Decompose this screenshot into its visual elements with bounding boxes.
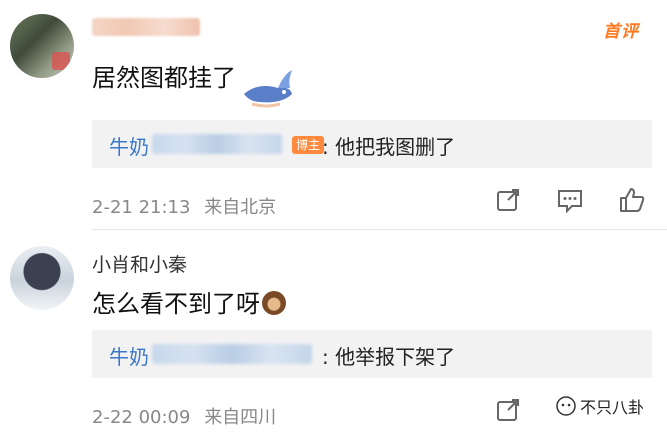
timestamp: 2-22 00:09 [92,407,191,428]
like-icon[interactable] [618,186,646,214]
avatar[interactable] [10,246,74,310]
timestamp: 2-21 21:13 [92,197,191,218]
comment-text-content: 怎么看不到了呀 [92,290,260,318]
avatar[interactable] [10,14,74,78]
reply-author-blurred [152,134,282,154]
location: 来自四川 [204,407,277,428]
location: 来自北京 [204,197,277,218]
divider [92,229,667,230]
reply-text: : 他举报下架了 [322,345,456,369]
author-name-blurred[interactable] [92,18,200,36]
comment-text: 怎么看不到了呀 [92,284,286,319]
comment-meta: 2-22 00:09 来自四川 [92,403,276,429]
share-icon[interactable] [494,186,522,214]
reply-author[interactable]: 牛奶 [109,131,149,160]
author-name[interactable]: 小肖和小秦 [92,250,187,277]
reply-box[interactable]: 牛奶 博主 : 他把我图删了 [92,120,652,168]
comment-meta: 2-21 21:13 来自北京 [92,193,276,219]
comment-icon[interactable] [556,186,584,214]
first-comment-badge: 首评 [603,22,639,42]
reply-box[interactable]: 牛奶 : 他举报下架了 [92,330,652,378]
comment-text: 居然图都挂了 [92,64,236,92]
sticker-whale [244,70,292,108]
reply-author[interactable]: 牛奶 [109,341,149,370]
share-icon[interactable] [494,396,522,424]
watermark-text: 不只八卦 [580,398,645,417]
blogger-badge: 博主 [292,136,325,154]
wechat-logo-icon [556,396,576,416]
reply-text: : 他把我图删了 [322,135,456,159]
reply-author-blurred [152,344,312,364]
watermark: 不只八卦 [556,394,644,418]
comment-actions [494,186,654,216]
see-no-evil-monkey-emoji [262,291,286,315]
